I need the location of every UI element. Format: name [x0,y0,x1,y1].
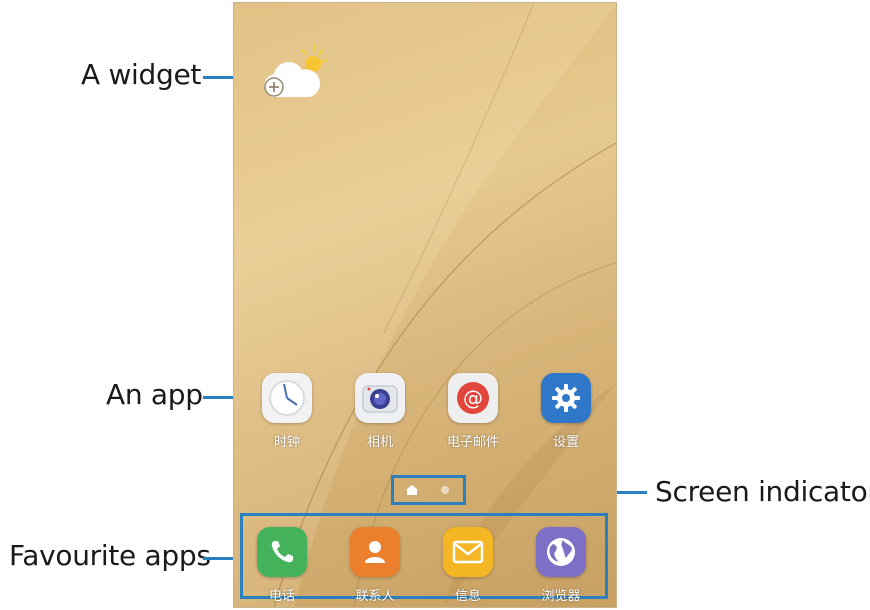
home-indicator-icon [407,485,417,495]
browser-icon [536,527,586,577]
callout-app: An app [106,378,203,411]
clock-icon [262,373,312,423]
svg-text:@: @ [463,386,483,410]
contacts-icon [350,527,400,577]
app-label: 时钟 [273,435,300,450]
email-icon: @ [448,373,498,423]
app-contacts[interactable]: 联系人 [340,527,410,604]
weather-icon [264,44,327,97]
app-browser[interactable]: 浏览器 [526,527,596,604]
screen-indicators[interactable] [391,475,466,505]
app-settings[interactable]: 设置 [531,373,601,450]
app-email[interactable]: @ 电子邮件 [438,373,508,450]
app-label: 电话 [268,589,295,604]
weather-widget[interactable] [258,41,328,103]
app-phone[interactable]: 电话 [247,527,317,604]
app-label: 设置 [552,435,579,450]
app-label: 电子邮件 [446,435,499,450]
app-camera[interactable]: 相机 [345,373,415,450]
app-messages[interactable]: 信息 [433,527,503,604]
callout-screen-indicators: Screen indicators [655,475,870,508]
page-indicator-dot [441,486,449,494]
callout-widget: A widget [81,58,202,91]
home-screen: 时钟 相机 @ 电子邮件 设置 电话 联系人 信息 浏览器 [233,2,617,608]
callout-favourite-apps-line [203,557,237,560]
app-label: 信息 [454,589,481,604]
message-icon [443,527,493,577]
app-label: 相机 [366,435,393,450]
app-clock[interactable]: 时钟 [252,373,322,450]
callout-favourite-apps: Favourite apps [9,539,211,572]
app-label: 联系人 [355,589,395,604]
app-label: 浏览器 [541,589,581,604]
gear-icon [541,373,591,423]
camera-icon [355,373,405,423]
phone-icon [257,527,307,577]
